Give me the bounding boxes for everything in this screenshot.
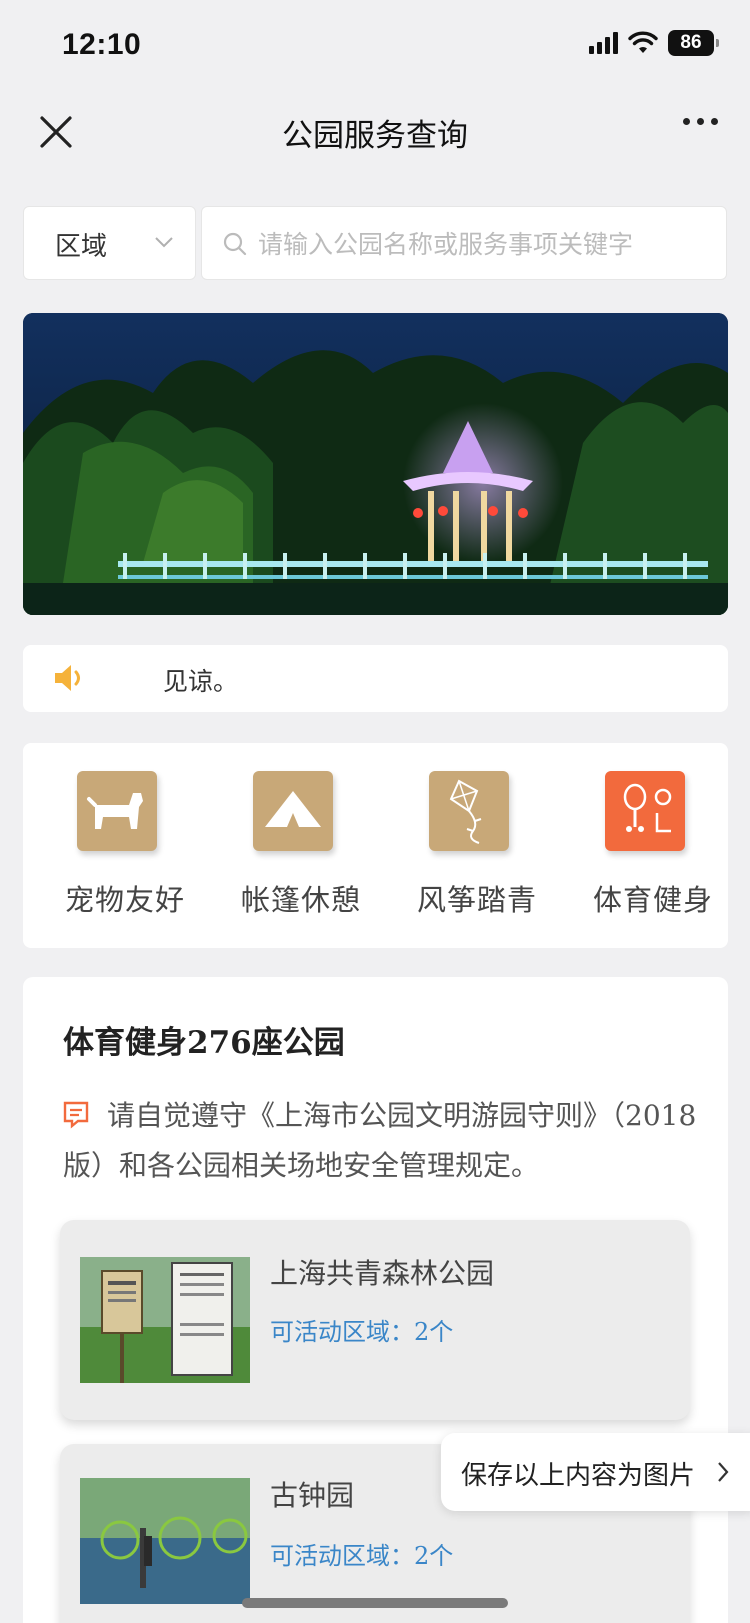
service-kite-outing[interactable]: 风筝踏青 bbox=[389, 771, 565, 931]
service-categories: 宠物友好 帐篷休憩 风筝踏青 体育健身 bbox=[23, 743, 728, 948]
service-tent-rest[interactable]: 帐篷休憩 bbox=[213, 771, 389, 931]
region-select[interactable]: 区域 bbox=[23, 206, 196, 280]
results-title: 体育健身276座公园 bbox=[63, 1025, 345, 1061]
park-thumbnail bbox=[80, 1478, 250, 1604]
service-label: 宠物友好 bbox=[64, 883, 185, 917]
cellular-signal-icon bbox=[589, 32, 618, 54]
tent-icon bbox=[253, 771, 333, 851]
park-name: 上海共青森林公园 bbox=[270, 1257, 495, 1290]
service-label: 体育健身 bbox=[592, 883, 713, 917]
status-time: 12:10 bbox=[62, 28, 142, 61]
service-label: 帐篷休憩 bbox=[240, 883, 361, 917]
pavilion-night-photo bbox=[23, 313, 728, 615]
results-section: 体育健身276座公园 请自觉遵守《上海市公园文明游园守则》（2018版）和各公园… bbox=[23, 977, 728, 1623]
banner-image[interactable] bbox=[23, 313, 728, 615]
search-input[interactable] bbox=[258, 217, 713, 271]
more-icon[interactable] bbox=[683, 118, 718, 125]
park-thumbnail bbox=[80, 1257, 250, 1383]
wifi-icon bbox=[628, 31, 658, 53]
battery-icon: 86 bbox=[668, 30, 719, 56]
service-label: 风筝踏青 bbox=[416, 883, 537, 917]
chevron-down-icon bbox=[155, 237, 173, 248]
service-sports-fitness[interactable]: 体育健身 bbox=[565, 771, 741, 931]
status-bar: 12:10 86 bbox=[0, 0, 750, 96]
filter-row: 区域 bbox=[23, 206, 727, 280]
search-icon bbox=[223, 232, 247, 256]
kite-icon bbox=[429, 771, 509, 851]
speaker-icon bbox=[55, 665, 80, 691]
home-indicator bbox=[242, 1598, 508, 1608]
notice-text: 见谅。 bbox=[163, 667, 239, 696]
dog-icon bbox=[77, 771, 157, 851]
park-areas: 可活动区域：2个 bbox=[270, 1542, 454, 1570]
sports-icon bbox=[605, 771, 685, 851]
rules-text: 请自觉遵守《上海市公园文明游园守则》（2018版）和各公园相关场地安全管理规定。 bbox=[63, 1099, 697, 1182]
notice-bar[interactable]: 见谅。 bbox=[23, 645, 728, 712]
status-icons: 86 bbox=[589, 30, 719, 56]
nav-bar: 公园服务查询 bbox=[0, 96, 750, 168]
service-pet-friendly[interactable]: 宠物友好 bbox=[37, 771, 213, 931]
chevron-right-icon bbox=[718, 1462, 729, 1482]
save-as-image-button[interactable]: 保存以上内容为图片 bbox=[441, 1433, 750, 1511]
park-name: 古钟园 bbox=[270, 1479, 355, 1512]
park-areas: 可活动区域：2个 bbox=[270, 1318, 454, 1346]
region-label: 区域 bbox=[55, 232, 108, 262]
search-box bbox=[201, 206, 727, 280]
page-title: 公园服务查询 bbox=[282, 118, 468, 154]
save-label: 保存以上内容为图片 bbox=[461, 1461, 696, 1491]
park-card[interactable]: 上海共青森林公园 可活动区域：2个 bbox=[60, 1220, 690, 1420]
